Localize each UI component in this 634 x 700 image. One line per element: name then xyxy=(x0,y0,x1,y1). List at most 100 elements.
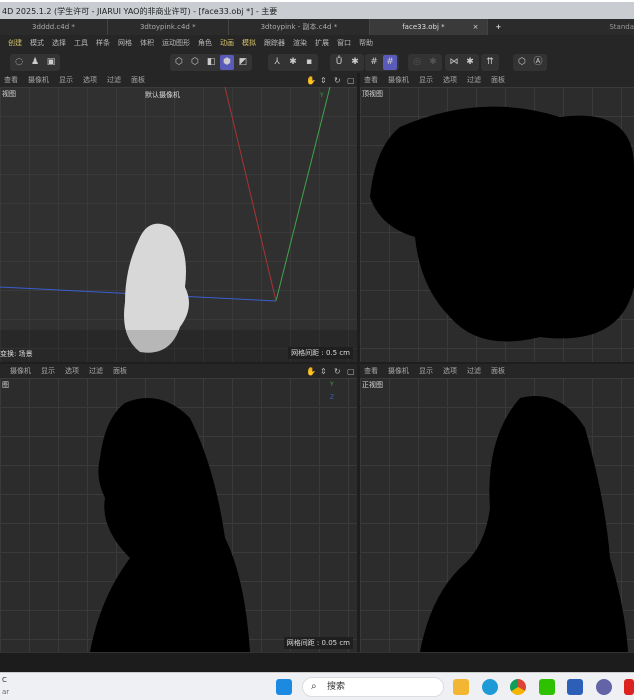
target-icon[interactable]: ◎ xyxy=(410,55,424,70)
menu-mesh[interactable]: 网格 xyxy=(118,35,132,52)
menu-filter[interactable]: 过滤 xyxy=(467,364,481,378)
tab-3dddd[interactable]: 3dddd.c4d * xyxy=(0,19,108,35)
pan-icon[interactable]: ✋ xyxy=(306,365,316,376)
menu-volume[interactable]: 体积 xyxy=(140,35,154,52)
points-mode-icon[interactable]: ⬡ xyxy=(172,55,186,70)
menu-mode[interactable]: 模式 xyxy=(30,35,44,52)
hex-icon[interactable]: ⬡ xyxy=(515,55,529,70)
layout-selector[interactable]: Standa xyxy=(609,19,634,35)
axis-icon[interactable]: ⅄ xyxy=(270,55,284,70)
menu-panel[interactable]: 面板 xyxy=(491,73,505,87)
menu-view[interactable]: 查看 xyxy=(364,73,378,87)
chrome-icon[interactable] xyxy=(510,679,526,695)
rotate-view-icon[interactable]: ↻ xyxy=(334,74,344,85)
menu-options[interactable]: 选项 xyxy=(65,364,79,378)
menu-select[interactable]: 选择 xyxy=(52,35,66,52)
rotate-view-icon[interactable]: ↻ xyxy=(334,365,344,376)
menu-view[interactable]: 查看 xyxy=(4,73,18,87)
pan-icon[interactable]: ✋ xyxy=(306,74,316,85)
viewport-perspective[interactable]: 视图 默认摄像机 变换: 场景 网格间距 : 0.5 cm Y xyxy=(0,87,357,362)
snapshot-icon[interactable]: ▣ xyxy=(44,55,58,70)
viewport-label: 顶视图 xyxy=(362,90,383,98)
menu-mograph[interactable]: 运动图形 xyxy=(162,35,190,52)
menu-extensions[interactable]: 扩展 xyxy=(315,35,329,52)
maximize-icon[interactable]: ▢ xyxy=(347,365,357,376)
grid-snap-icon[interactable]: # xyxy=(367,55,381,70)
workplane-snap-icon[interactable]: # xyxy=(383,55,397,70)
menu-render[interactable]: 渲染 xyxy=(293,35,307,52)
menu-filter[interactable]: 过滤 xyxy=(467,73,481,87)
gear-icon[interactable]: ✱ xyxy=(426,55,440,70)
polygons-mode-icon[interactable]: ◧ xyxy=(204,55,218,70)
menu-display[interactable]: 显示 xyxy=(419,364,433,378)
menu-character[interactable]: 角色 xyxy=(198,35,212,52)
tab-3dtoypink[interactable]: 3dtoypink.c4d * xyxy=(108,19,229,35)
menu-display[interactable]: 显示 xyxy=(59,73,73,87)
teams-icon[interactable] xyxy=(596,679,612,695)
taskbar-search[interactable]: ⌕ 搜索 xyxy=(302,677,444,697)
edge-icon[interactable] xyxy=(482,679,498,695)
app-icon[interactable] xyxy=(624,679,634,695)
menu-options[interactable]: 选项 xyxy=(443,364,457,378)
menu-create[interactable]: 创建 xyxy=(8,35,22,52)
menu-help[interactable]: 帮助 xyxy=(359,35,373,52)
menu-options[interactable]: 选项 xyxy=(83,73,97,87)
file-explorer-icon[interactable] xyxy=(453,679,469,695)
menu-view[interactable]: 查看 xyxy=(364,364,378,378)
gear-icon[interactable]: ✱ xyxy=(348,55,362,70)
menu-panel[interactable]: 面板 xyxy=(131,73,145,87)
menu-panel[interactable]: 面板 xyxy=(113,364,127,378)
menu-camera[interactable]: 摄像机 xyxy=(10,364,31,378)
symmetry-icon[interactable]: ⋈ xyxy=(447,55,461,70)
menu-filter[interactable]: 过滤 xyxy=(107,73,121,87)
menu-spline[interactable]: 样条 xyxy=(96,35,110,52)
a-icon[interactable]: Ⓐ xyxy=(531,55,545,70)
wechat-icon[interactable] xyxy=(539,679,555,695)
edges-mode-icon[interactable]: ⬡ xyxy=(188,55,202,70)
viewport-right[interactable]: 图 Y Z 网格间距 : 0.05 cm xyxy=(0,378,357,652)
tab-3dtoypink-copy[interactable]: 3dtoypink - 副本.c4d * xyxy=(229,19,371,35)
y-axis-line xyxy=(275,87,331,302)
status-bar xyxy=(0,652,634,672)
maximize-icon[interactable]: ▢ xyxy=(347,74,357,85)
menu-simulate[interactable]: 模拟 xyxy=(242,35,256,52)
move-view-icon[interactable]: ⇕ xyxy=(320,74,330,85)
menu-display[interactable]: 显示 xyxy=(419,73,433,87)
close-tab-button[interactable]: × xyxy=(473,23,479,31)
model-mode-icon[interactable]: ⬢ xyxy=(220,55,234,70)
move-view-icon[interactable]: ⇕ xyxy=(320,365,330,376)
solo-icon[interactable]: ▪ xyxy=(302,55,316,70)
gear-icon[interactable]: ✱ xyxy=(286,55,300,70)
gear-icon[interactable]: ✱ xyxy=(463,55,477,70)
model-silhouette xyxy=(90,398,250,652)
grid-spacing: 网格间距 : 0.05 cm xyxy=(283,637,353,649)
windows-start-icon[interactable] xyxy=(276,679,292,695)
viewport-front[interactable]: 正视图 xyxy=(360,378,634,652)
axis-lines xyxy=(0,87,331,353)
magnet-icon[interactable]: Ů xyxy=(332,55,346,70)
texture-mode-icon[interactable]: ◩ xyxy=(236,55,250,70)
add-tab-button[interactable]: + xyxy=(488,19,510,35)
tab-face33[interactable]: face33.obj * × xyxy=(370,19,488,35)
menu-tools[interactable]: 工具 xyxy=(74,35,88,52)
viewport-top[interactable]: 顶视图 xyxy=(360,87,634,362)
menu-animate[interactable]: 动画 xyxy=(220,35,234,52)
search-placeholder: 搜索 xyxy=(327,682,346,692)
live-select-icon[interactable]: ◌ xyxy=(12,55,26,70)
menu-camera[interactable]: 摄像机 xyxy=(28,73,49,87)
align-icon[interactable]: ⇈ xyxy=(483,55,497,70)
menu-camera[interactable]: 摄像机 xyxy=(388,364,409,378)
menu-options[interactable]: 选项 xyxy=(443,73,457,87)
menu-panel[interactable]: 面板 xyxy=(491,364,505,378)
menu-tracker[interactable]: 跟踪器 xyxy=(264,35,285,52)
menu-window[interactable]: 窗口 xyxy=(337,35,351,52)
menu-camera[interactable]: 摄像机 xyxy=(388,73,409,87)
camera-label[interactable]: 默认摄像机 xyxy=(145,90,180,100)
align-tools: ⇈ xyxy=(481,54,499,71)
move-icon[interactable]: ♟ xyxy=(28,55,42,70)
menu-filter[interactable]: 过滤 xyxy=(89,364,103,378)
menu-display[interactable]: 显示 xyxy=(41,364,55,378)
viewport-label: 视图 xyxy=(2,90,16,98)
word-icon[interactable] xyxy=(567,679,583,695)
model-silhouette xyxy=(420,396,628,652)
